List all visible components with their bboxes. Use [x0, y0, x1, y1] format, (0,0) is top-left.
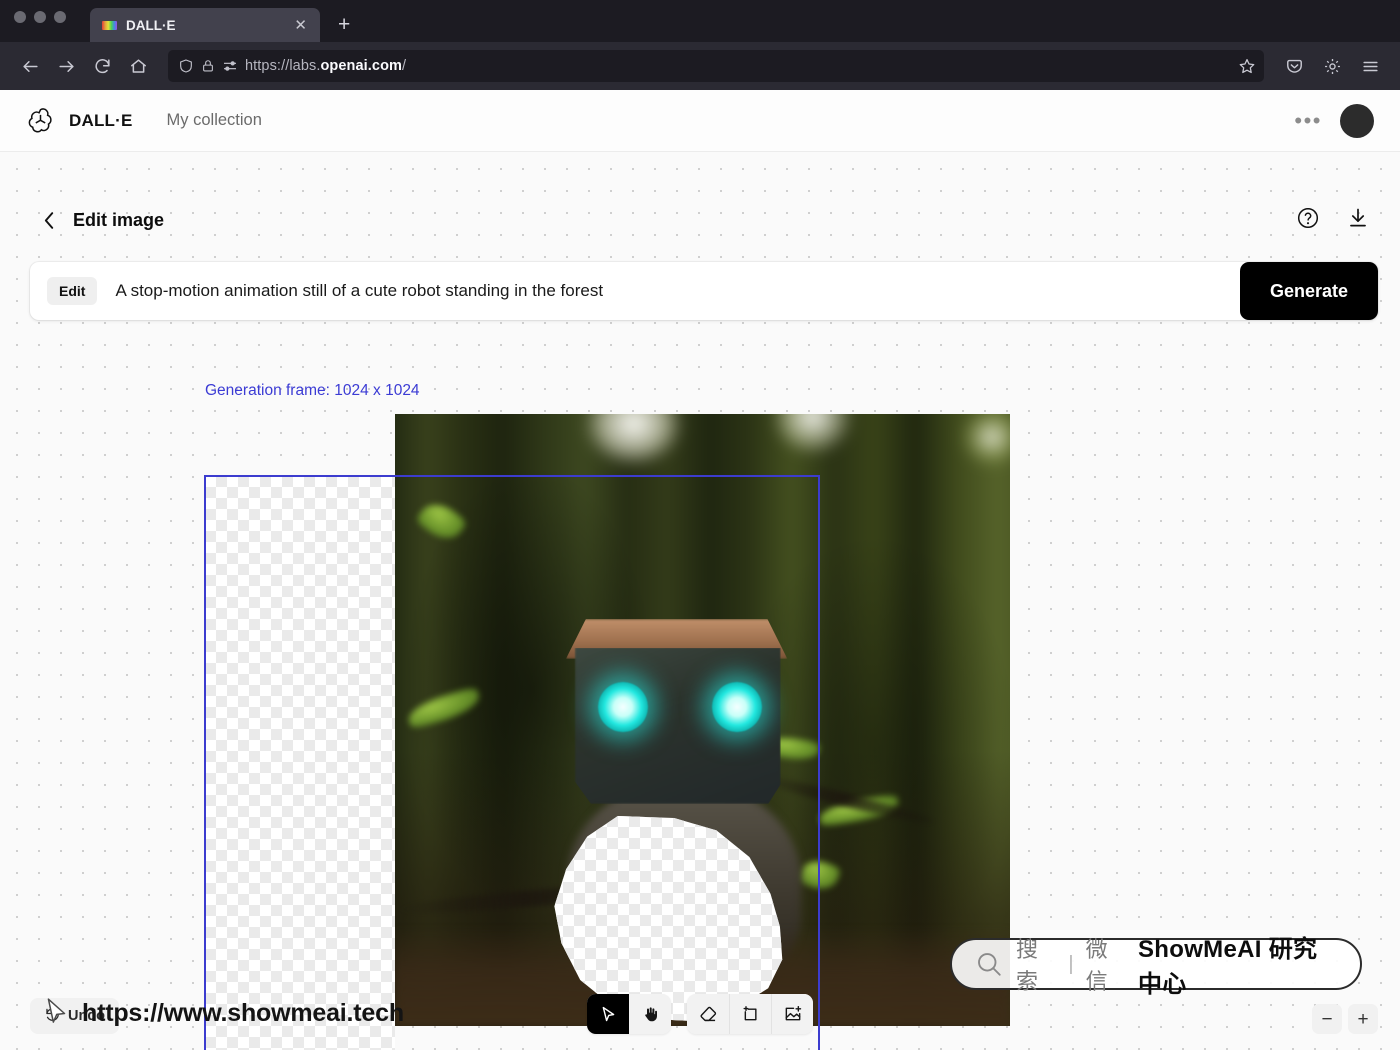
shield-icon	[178, 58, 194, 74]
generation-frame-label: Generation frame: 1024 x 1024	[205, 382, 420, 399]
watermark-separator: |	[1068, 952, 1074, 975]
robot-eye-right	[712, 682, 763, 733]
app-header: DALL·E My collection •••	[0, 90, 1400, 152]
openai-logo-icon[interactable]	[26, 106, 55, 135]
erased-region-left[interactable]	[205, 476, 395, 1050]
watermark-wechat-label: 微信	[1085, 937, 1109, 994]
lock-icon	[201, 59, 215, 73]
editor-workspace[interactable]: Edit image Edit A stop-motion animation …	[0, 152, 1400, 1050]
home-icon[interactable]	[122, 50, 154, 82]
add-frame-tool[interactable]	[729, 994, 771, 1034]
new-tab-button[interactable]: +	[338, 13, 350, 37]
page-content: DALL·E My collection ••• Edit image Edit…	[0, 90, 1400, 1050]
zoom-in-button[interactable]: +	[1348, 1004, 1378, 1034]
mouse-cursor-icon	[44, 997, 70, 1032]
page-title: Edit image	[73, 209, 165, 230]
more-options-icon[interactable]: •••	[1294, 109, 1322, 132]
close-window-button[interactable]	[14, 11, 26, 23]
select-tool[interactable]	[587, 994, 629, 1034]
generate-button[interactable]: Generate	[1239, 262, 1378, 320]
robot-eye-left	[597, 682, 648, 733]
edit-mode-chip[interactable]: Edit	[47, 277, 98, 305]
browser-tabstrip: DALL·E ✕ +	[0, 0, 1400, 42]
browser-toolbar-right	[1278, 50, 1386, 82]
search-icon	[974, 949, 1004, 979]
zoom-out-button[interactable]: −	[1312, 1004, 1342, 1034]
bookmark-star-icon[interactable]	[1238, 57, 1256, 75]
back-button[interactable]	[30, 207, 65, 234]
browser-navbar: https://labs.openai.com/	[0, 42, 1400, 90]
tab-close-icon[interactable]: ✕	[291, 18, 310, 33]
header-right-group: •••	[1294, 103, 1374, 138]
watermark-brand: ShowMeAI 研究中心	[1137, 936, 1318, 998]
tab-title: DALL·E	[126, 17, 176, 33]
pan-tool[interactable]	[629, 994, 671, 1034]
watermark-search-label: 搜索	[1016, 937, 1040, 994]
edit-tool-group	[687, 994, 813, 1034]
navigation-tool-group	[587, 994, 671, 1034]
zoom-controls: − +	[1312, 1004, 1378, 1034]
tab-favicon-icon	[102, 20, 117, 30]
permissions-icon[interactable]	[222, 58, 238, 74]
forward-arrow-icon[interactable]	[50, 50, 82, 82]
hamburger-menu-icon[interactable]	[1354, 50, 1386, 82]
browser-tab[interactable]: DALL·E ✕	[90, 8, 320, 42]
prompt-bar[interactable]: Edit A stop-motion animation still of a …	[30, 262, 1378, 320]
eraser-tool[interactable]	[687, 994, 729, 1034]
reload-icon[interactable]	[86, 50, 118, 82]
maximize-window-button[interactable]	[54, 11, 66, 23]
url-text: https://labs.openai.com/	[245, 58, 407, 74]
avatar[interactable]	[1340, 103, 1374, 138]
minimize-window-button[interactable]	[34, 11, 46, 23]
window-controls[interactable]	[14, 0, 66, 42]
editor-toolbar	[587, 994, 813, 1034]
browser-window: DALL·E ✕ + https://labs.openai.com/ DALL…	[0, 0, 1400, 1050]
nav-item-my-collection[interactable]: My collection	[167, 111, 262, 130]
watermark-url: https://www.showmeai.tech	[82, 999, 404, 1027]
help-icon[interactable]	[1296, 206, 1320, 235]
prompt-input[interactable]: A stop-motion animation still of a cute …	[115, 281, 1240, 301]
url-bar[interactable]: https://labs.openai.com/	[168, 50, 1264, 82]
edit-actions	[1296, 206, 1370, 235]
add-image-tool[interactable]	[771, 994, 813, 1034]
pocket-icon[interactable]	[1278, 50, 1310, 82]
edit-header-row: Edit image	[0, 200, 1400, 240]
settings-gear-icon[interactable]	[1316, 50, 1348, 82]
watermark-badge: 搜索 | 微信 ShowMeAI 研究中心	[950, 936, 1362, 998]
back-arrow-icon[interactable]	[14, 50, 46, 82]
app-brand-name: DALL·E	[69, 110, 133, 130]
download-icon[interactable]	[1346, 206, 1370, 235]
